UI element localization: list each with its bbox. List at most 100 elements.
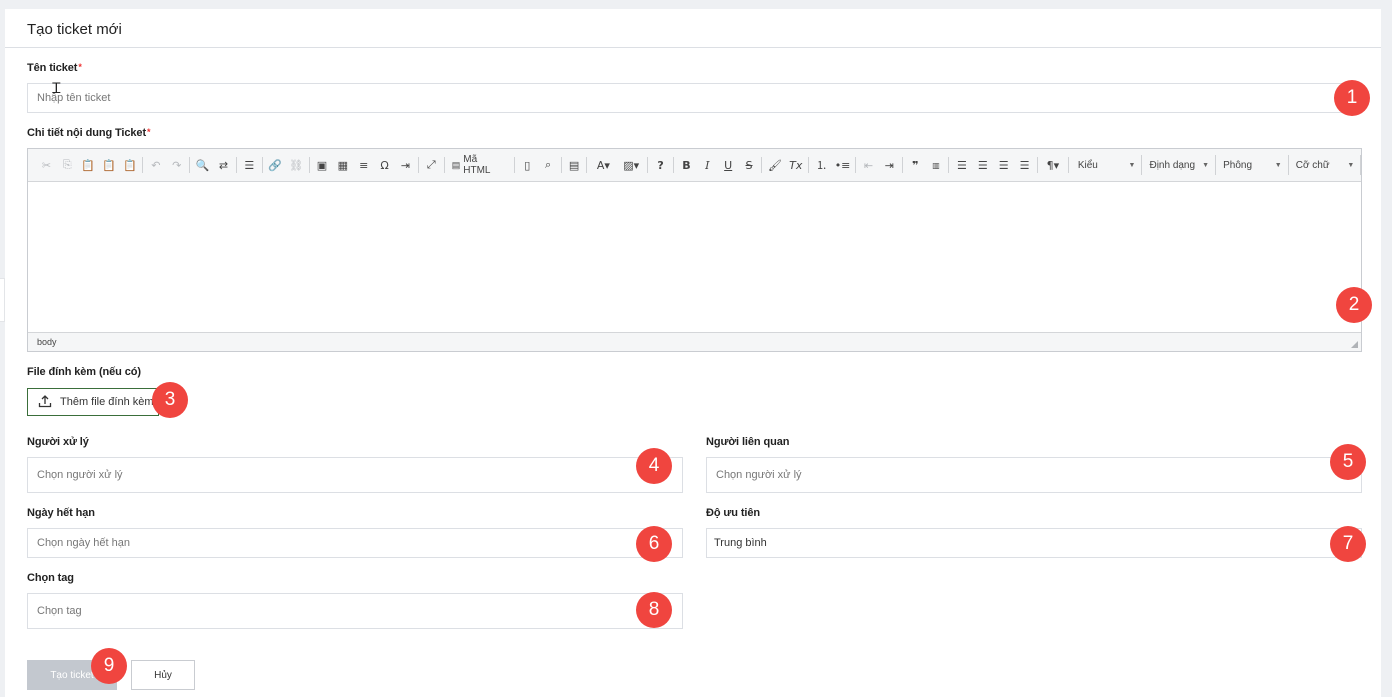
link-icon[interactable]: 🔗 (265, 155, 286, 175)
page-title: Tạo ticket mới (27, 21, 122, 38)
annotation-badge-4: 4 (636, 448, 672, 484)
priority-select[interactable]: Trung bình (706, 528, 1362, 558)
find-icon[interactable]: 🔍 (192, 155, 213, 175)
caret-down-icon: ▼ (1274, 161, 1282, 169)
toolbar-separator (901, 157, 903, 173)
add-attachment-label: Thêm file đính kèm (60, 396, 154, 408)
italic-icon[interactable]: I (697, 155, 718, 175)
editor-toolbar: ✂ ⎘ 📋 📋 📋 ↶ ↷ 🔍 ⇄ ☰ 🔗 ⛓ ▣ ▦ ≡ Ω ⇥ ⤢ ▤ Mã … (28, 149, 1362, 182)
add-attachment-button[interactable]: Thêm file đính kèm (27, 388, 159, 416)
content-label: Chi tiết nội dung Ticket* (27, 127, 151, 139)
blockquote-icon[interactable]: ❞ (905, 155, 926, 175)
priority-label: Độ ưu tiên (706, 507, 761, 519)
source-button[interactable]: ▤ Mã HTML (447, 154, 512, 176)
templates-icon[interactable]: ▤ (564, 155, 585, 175)
paste-text-icon[interactable]: 📋 (99, 155, 120, 175)
required-mark: * (78, 62, 82, 72)
format-dropdown[interactable]: Định dạng ▼ (1142, 155, 1217, 175)
bold-icon[interactable]: B (676, 155, 697, 175)
font-size-label: Cỡ chữ (1295, 159, 1330, 171)
font-dropdown[interactable]: Phông ▼ (1216, 155, 1289, 175)
new-page-icon[interactable]: ▯ (517, 155, 538, 175)
resize-handle-icon[interactable] (1351, 341, 1358, 348)
toolbar-separator (513, 157, 515, 173)
undo-icon[interactable]: ↶ (145, 155, 166, 175)
cancel-button[interactable]: Hủy (131, 660, 195, 690)
align-left-icon[interactable]: ☰ (951, 155, 972, 175)
ticket-name-label: Tên ticket* (27, 62, 82, 74)
redo-icon[interactable]: ↷ (166, 155, 187, 175)
editor-content-area[interactable] (28, 182, 1361, 332)
font-size-dropdown[interactable]: Cỡ chữ ▼ (1289, 155, 1362, 175)
assignee-select[interactable]: Chọn người xử lý (27, 457, 683, 493)
related-people-placeholder: Chọn người xử lý (716, 469, 802, 481)
toolbar-separator (308, 157, 310, 173)
page-break-icon[interactable]: ⇥ (395, 155, 416, 175)
align-justify-icon[interactable]: ☰ (1014, 155, 1035, 175)
format-label: Định dạng (1149, 159, 1196, 171)
tag-label: Chọn tag (27, 572, 74, 584)
paste-icon[interactable]: 📋 (78, 155, 99, 175)
due-date-picker[interactable]: Chọn ngày hết hạn (27, 528, 683, 558)
element-path[interactable]: body (37, 337, 57, 347)
caret-down-icon: ▼ (1202, 161, 1210, 169)
annotation-badge-6: 6 (636, 526, 672, 562)
source-label: Mã HTML (463, 154, 491, 176)
related-people-select[interactable]: Chọn người xử lý (706, 457, 1362, 493)
table-icon[interactable]: ▦ (332, 155, 353, 175)
caret-down-icon: ▼ (1347, 161, 1355, 169)
replace-icon[interactable]: ⇄ (213, 155, 234, 175)
due-date-placeholder: Chọn ngày hết hạn (37, 537, 130, 549)
align-right-icon[interactable]: ☰ (993, 155, 1014, 175)
toolbar-separator (1036, 157, 1038, 173)
spellcheck-icon[interactable]: ☰ (239, 155, 260, 175)
rich-text-editor[interactable]: ✂ ⎘ 📋 📋 📋 ↶ ↷ 🔍 ⇄ ☰ 🔗 ⛓ ▣ ▦ ≡ Ω ⇥ ⤢ ▤ Mã … (27, 148, 1362, 352)
text-color-icon[interactable]: A▾ (589, 155, 617, 175)
remove-format-icon[interactable]: Tx (785, 155, 806, 175)
annotation-badge-8: 8 (636, 592, 672, 628)
annotation-badge-5: 5 (1330, 444, 1366, 480)
help-icon[interactable]: ? (650, 155, 671, 175)
ticket-name-placeholder: Nhập tên ticket (37, 92, 111, 104)
font-label: Phông (1223, 159, 1253, 171)
horizontal-line-icon[interactable]: ≡ (353, 155, 374, 175)
editor-status-bar: body (28, 332, 1361, 351)
ticket-name-input[interactable]: Nhập tên ticket (27, 83, 1362, 113)
toolbar-separator (261, 157, 263, 173)
background-color-icon[interactable]: ▨▾ (617, 155, 645, 175)
styles-dropdown[interactable]: Kiểu ▼ (1071, 155, 1143, 175)
toolbar-separator (647, 157, 649, 173)
annotation-badge-2: 2 (1336, 287, 1372, 323)
bulleted-list-icon[interactable]: •≡ (832, 155, 853, 175)
annotation-badge-3: 3 (152, 382, 188, 418)
strikethrough-icon[interactable]: S (739, 155, 760, 175)
underline-icon[interactable]: U (718, 155, 739, 175)
paste-word-icon[interactable]: 📋 (120, 155, 141, 175)
title-divider (5, 47, 1381, 48)
attachment-label: File đính kèm (nếu có) (27, 366, 141, 378)
unlink-icon[interactable]: ⛓ (286, 155, 307, 175)
toolbar-separator (235, 157, 237, 173)
toolbar-separator (189, 157, 191, 173)
toolbar-separator (560, 157, 562, 173)
maximize-icon[interactable]: ⤢ (421, 155, 442, 175)
toolbar-separator (948, 157, 950, 173)
copy-format-icon[interactable]: 🖌 (764, 155, 785, 175)
bidi-icon[interactable]: ¶▾ (1040, 155, 1066, 175)
div-container-icon[interactable]: ▥ (926, 155, 947, 175)
indent-icon[interactable]: ⇥ (879, 155, 900, 175)
image-icon[interactable]: ▣ (312, 155, 333, 175)
toolbar-separator (761, 157, 763, 173)
preview-icon[interactable]: ⌕ (538, 155, 559, 175)
copy-icon[interactable]: ⎘ (57, 155, 78, 175)
toolbar-separator (142, 157, 144, 173)
assignee-placeholder: Chọn người xử lý (37, 469, 123, 481)
priority-value: Trung bình (714, 537, 767, 549)
cut-icon[interactable]: ✂ (36, 155, 57, 175)
align-center-icon[interactable]: ☰ (972, 155, 993, 175)
outdent-icon[interactable]: ⇤ (858, 155, 879, 175)
tag-select[interactable]: Chọn tag (27, 593, 683, 629)
special-char-icon[interactable]: Ω (374, 155, 395, 175)
toolbar-separator (1067, 157, 1069, 173)
numbered-list-icon[interactable]: ⒈ (811, 155, 832, 175)
